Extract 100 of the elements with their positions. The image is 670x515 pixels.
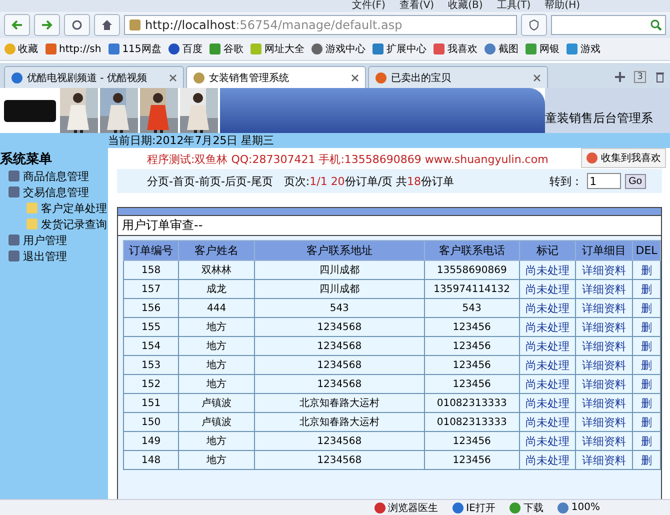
search-icon[interactable] <box>650 19 662 31</box>
trash-icon[interactable] <box>654 71 666 83</box>
table-link[interactable]: 删 <box>632 374 660 394</box>
search-field[interactable] <box>551 15 666 35</box>
table-cell: 149 <box>124 432 179 450</box>
status-item[interactable]: 浏览器医生 <box>374 500 438 514</box>
bookmark-item[interactable]: 截图 <box>484 42 518 56</box>
bookmark-item[interactable]: 115网盘 <box>108 42 162 56</box>
browser-tab[interactable]: 已卖出的宝贝 <box>368 66 548 88</box>
table-link[interactable]: 尚未处理 <box>519 280 576 298</box>
table-link[interactable]: 尚未处理 <box>519 260 576 280</box>
logo <box>4 100 56 122</box>
close-icon[interactable] <box>351 74 359 82</box>
table-cell: 123456 <box>424 432 520 450</box>
site-icon <box>129 19 141 31</box>
bookmark-item[interactable]: 网银 <box>525 42 560 56</box>
table-cell: 13558690869 <box>424 260 520 280</box>
table-link[interactable]: 尚未处理 <box>519 412 576 432</box>
table-link[interactable]: 删 <box>632 260 660 280</box>
refresh-button[interactable] <box>64 14 90 36</box>
table-link[interactable]: 详细资料 <box>576 394 633 412</box>
bookmark-item[interactable]: 谷歌 <box>209 42 244 56</box>
table-cell: 地方 <box>178 432 254 450</box>
table-link[interactable]: 尚未处理 <box>519 356 576 374</box>
bookmark-item[interactable]: 百度 <box>168 42 202 56</box>
bookmark-item[interactable]: 收藏 <box>4 42 38 56</box>
table-link[interactable]: 详细资料 <box>576 356 633 374</box>
browser-tab[interactable]: 女装销售管理系统 <box>186 66 366 88</box>
table-link[interactable]: 详细资料 <box>576 412 633 432</box>
table-link[interactable]: 详细资料 <box>576 432 633 450</box>
table-link[interactable]: 删 <box>632 356 660 374</box>
address-field[interactable]: http://localhost:56754/manage/default.asp <box>124 15 517 35</box>
sidebar-item[interactable]: 交易信息管理 <box>0 184 108 200</box>
menu-item[interactable]: 查看(V) <box>399 0 434 12</box>
status-item[interactable]: IE打开 <box>452 500 496 514</box>
bookmark-item[interactable]: 扩展中心 <box>372 42 426 56</box>
sidebar-item[interactable]: 用户管理 <box>0 232 108 248</box>
bookmark-icon <box>250 43 262 55</box>
go-button[interactable]: Go <box>624 174 646 188</box>
pager-links[interactable]: 分页-首页-前页-后页-尾页 <box>147 174 273 188</box>
bookmark-icon <box>311 43 324 55</box>
page-input[interactable]: 1 <box>586 173 621 189</box>
table-link[interactable]: 详细资料 <box>576 450 633 470</box>
table-cell: 地方 <box>178 336 254 356</box>
close-icon[interactable] <box>533 74 541 82</box>
status-item[interactable]: 100% <box>557 502 600 514</box>
table-link[interactable]: 详细资料 <box>576 280 633 298</box>
table-cell: 150 <box>124 412 179 432</box>
sidebar-item[interactable]: 发货记录查询 <box>0 216 108 232</box>
table-link[interactable]: 删 <box>632 318 660 336</box>
table-link[interactable]: 尚未处理 <box>519 298 576 318</box>
table-link[interactable]: 尚未处理 <box>519 432 576 450</box>
sidebar-item[interactable]: 商品信息管理 <box>0 168 108 184</box>
status-icon <box>557 502 570 514</box>
back-arrow-icon <box>11 19 23 31</box>
bookmark-item[interactable]: 游戏中心 <box>311 42 366 56</box>
table-link[interactable]: 详细资料 <box>576 260 633 280</box>
table-link[interactable]: 删 <box>632 336 660 356</box>
table-link[interactable]: 尚未处理 <box>519 450 576 470</box>
table-link[interactable]: 详细资料 <box>576 318 633 336</box>
table-cell: 152 <box>124 374 179 394</box>
bookmark-icon <box>484 43 496 55</box>
table-link[interactable]: 删 <box>632 412 660 432</box>
sidebar-item[interactable]: 退出管理 <box>0 248 108 264</box>
table-link[interactable]: 尚未处理 <box>519 394 576 412</box>
table-link[interactable]: 删 <box>632 432 660 450</box>
table-cell: 148 <box>124 450 179 470</box>
table-link[interactable]: 详细资料 <box>576 374 633 394</box>
forward-button[interactable] <box>34 14 60 36</box>
table-link[interactable]: 删 <box>632 394 660 412</box>
home-button[interactable] <box>94 14 120 36</box>
browser-tab[interactable]: 优酷电视剧频道 - 优酷视频 <box>4 66 184 88</box>
bookmark-item[interactable]: 网址大全 <box>250 42 304 56</box>
table-link[interactable]: 详细资料 <box>576 298 633 318</box>
menu-item[interactable]: 工具(T) <box>496 0 531 12</box>
table-link[interactable]: 删 <box>632 280 660 298</box>
bookmark-item[interactable]: 游戏 <box>566 42 600 56</box>
collect-button[interactable]: 收集到我喜欢 <box>581 148 666 168</box>
table-link[interactable]: 尚未处理 <box>519 374 576 394</box>
bookmark-item[interactable]: http://sh <box>45 43 102 55</box>
table-cell: 154 <box>124 336 179 356</box>
back-button[interactable] <box>4 14 30 36</box>
table-link[interactable]: 删 <box>632 298 660 318</box>
column-header: 客户联系地址 <box>254 240 424 260</box>
plus-icon[interactable] <box>614 71 626 83</box>
table-link[interactable]: 删 <box>632 450 660 470</box>
table-link[interactable]: 详细资料 <box>576 336 633 356</box>
table-cell: 卢镇波 <box>178 412 254 432</box>
status-item[interactable]: 下载 <box>509 500 544 514</box>
table-cell: 155 <box>124 318 179 336</box>
menu-item[interactable]: 帮助(H) <box>544 0 580 12</box>
tab-count[interactable]: 3 <box>634 71 646 83</box>
table-link[interactable]: 尚未处理 <box>519 336 576 356</box>
menu-item[interactable]: 收藏(B) <box>448 0 483 12</box>
table-link[interactable]: 尚未处理 <box>519 318 576 336</box>
close-icon[interactable] <box>169 74 177 82</box>
bookmark-item[interactable]: 我喜欢 <box>433 42 478 56</box>
sidebar-item[interactable]: 客户定单处理 <box>0 200 108 216</box>
shield-icon[interactable] <box>521 14 547 36</box>
table-cell: 123456 <box>424 374 520 394</box>
